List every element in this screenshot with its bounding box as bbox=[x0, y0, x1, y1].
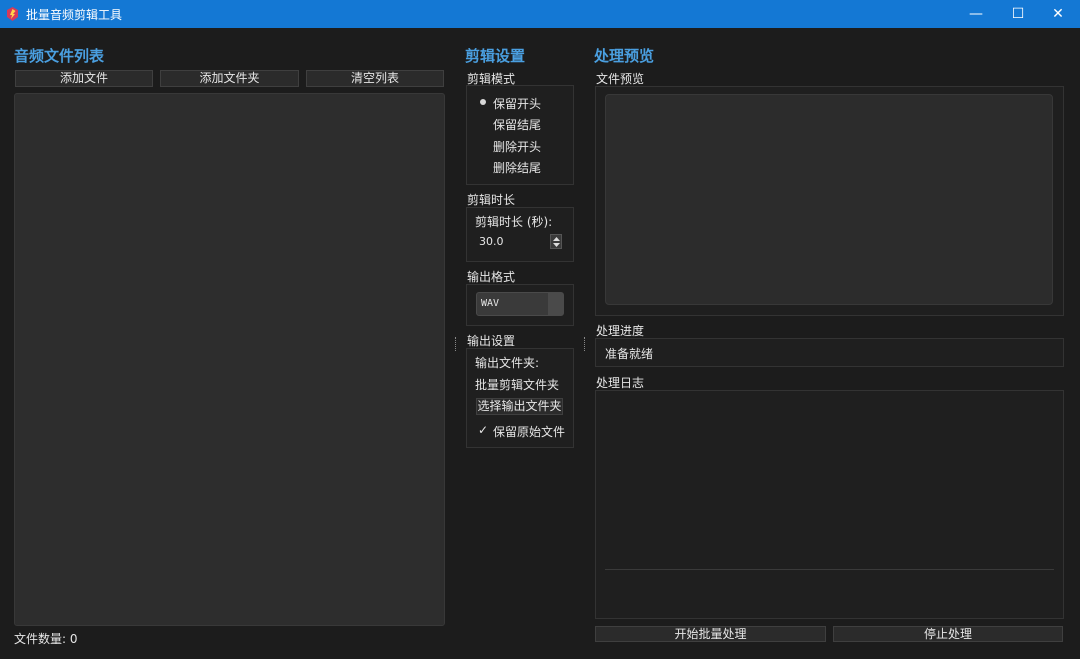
minimize-button[interactable]: — bbox=[954, 0, 998, 28]
radio-selected-indicator bbox=[480, 99, 486, 105]
right-splitter-handle[interactable] bbox=[584, 337, 586, 351]
duration-spinbox[interactable]: 30.0 bbox=[476, 233, 563, 250]
audio-file-listbox[interactable] bbox=[14, 93, 445, 626]
duration-value: 30.0 bbox=[479, 235, 504, 248]
progress-group-label: 处理进度 bbox=[596, 324, 645, 338]
keep-original-label: 保留原始文件 bbox=[493, 425, 566, 439]
minimize-icon: — bbox=[969, 6, 983, 22]
select-output-folder-button[interactable]: 选择输出文件夹 bbox=[476, 398, 563, 415]
close-button[interactable]: ✕ bbox=[1036, 0, 1080, 28]
format-group-label: 输出格式 bbox=[467, 270, 516, 284]
mode-label-delete-end: 删除结尾 bbox=[493, 161, 542, 175]
mode-radio-delete-end[interactable]: 删除结尾 bbox=[476, 157, 572, 177]
mode-radio-keep-start[interactable]: 保留开头 bbox=[476, 93, 572, 113]
checkmark-icon: ✓ bbox=[478, 423, 489, 437]
maximize-icon: ☐ bbox=[1011, 6, 1025, 22]
log-divider bbox=[605, 569, 1054, 570]
title-bar: 批量音频剪辑工具 — ☐ ✕ bbox=[0, 0, 1080, 28]
file-preview-label: 文件预览 bbox=[596, 72, 645, 86]
spin-down-icon[interactable] bbox=[553, 243, 560, 247]
duration-group-label: 剪辑时长 bbox=[467, 193, 516, 207]
window-title: 批量音频剪辑工具 bbox=[26, 8, 123, 22]
close-icon: ✕ bbox=[1052, 6, 1064, 22]
clip-settings-title: 剪辑设置 bbox=[465, 47, 526, 65]
dropdown-arrow-icon[interactable] bbox=[548, 293, 563, 315]
maximize-button[interactable]: ☐ bbox=[996, 0, 1040, 28]
format-value: WAV bbox=[481, 298, 500, 309]
left-splitter-handle[interactable] bbox=[455, 337, 457, 351]
processing-log[interactable] bbox=[595, 390, 1064, 619]
mode-label-keep-start: 保留开头 bbox=[493, 97, 542, 111]
stop-processing-button[interactable]: 停止处理 bbox=[833, 626, 1063, 642]
mode-radio-keep-end[interactable]: 保留结尾 bbox=[476, 114, 572, 134]
mode-radio-delete-start[interactable]: 删除开头 bbox=[476, 136, 572, 156]
mode-label-delete-start: 删除开头 bbox=[493, 140, 542, 154]
log-group-label: 处理日志 bbox=[596, 376, 645, 390]
progress-group bbox=[595, 338, 1064, 367]
file-count-label: 文件数量: 0 bbox=[14, 632, 78, 646]
file-list-title: 音频文件列表 bbox=[14, 47, 105, 65]
duration-field-label: 剪辑时长 (秒): bbox=[475, 215, 553, 229]
output-format-combobox[interactable]: WAV bbox=[476, 292, 564, 316]
output-folder-label: 输出文件夹: bbox=[475, 356, 540, 370]
output-group-label: 输出设置 bbox=[467, 334, 516, 348]
keep-original-checkbox[interactable]: ✓ 保留原始文件 bbox=[476, 421, 572, 439]
app-logo-icon bbox=[7, 7, 18, 21]
add-folder-button[interactable]: 添加文件夹 bbox=[160, 70, 299, 87]
start-batch-button[interactable]: 开始批量处理 bbox=[595, 626, 826, 642]
spin-buttons[interactable] bbox=[550, 234, 562, 249]
spin-up-icon[interactable] bbox=[553, 237, 560, 241]
preview-title: 处理预览 bbox=[594, 47, 655, 65]
output-folder-path: 批量剪辑文件夹 bbox=[475, 378, 560, 392]
clear-list-button[interactable]: 清空列表 bbox=[306, 70, 444, 87]
progress-status-text: 准备就绪 bbox=[605, 347, 654, 361]
add-file-button[interactable]: 添加文件 bbox=[15, 70, 153, 87]
file-preview-area[interactable] bbox=[605, 94, 1053, 305]
mode-label-keep-end: 保留结尾 bbox=[493, 118, 542, 132]
